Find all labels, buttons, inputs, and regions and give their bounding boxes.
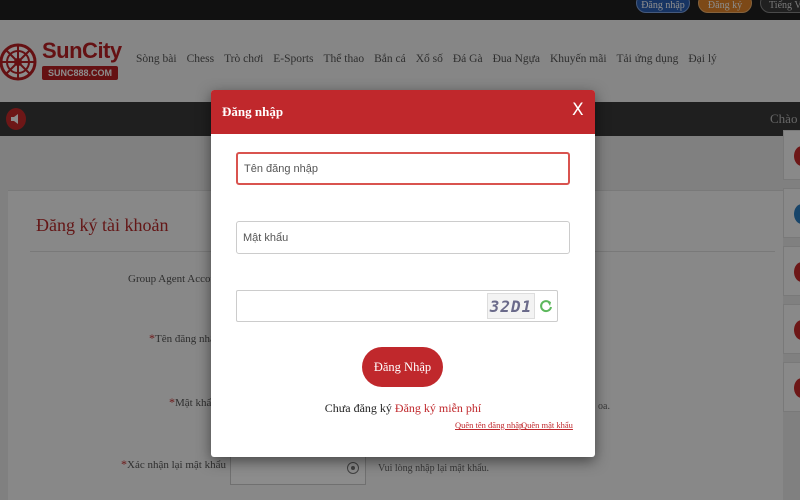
captcha-image: 32D1 <box>487 293 535 319</box>
no-account-text: Chưa đăng ký <box>324 401 392 415</box>
refresh-captcha-icon[interactable] <box>539 298 553 314</box>
login-modal: Đăng nhập X 32D1 Đăng Nhập Chưa đăng ký … <box>211 90 595 457</box>
forgot-username-link[interactable]: Quên tên đăng nhập <box>455 420 523 430</box>
modal-title: Đăng nhập <box>222 104 284 119</box>
password-input[interactable] <box>236 221 570 254</box>
username-input[interactable] <box>236 152 570 185</box>
modal-header: Đăng nhập X <box>211 90 595 134</box>
signup-prompt: Chưa đăng ký Đăng ký miễn phí <box>211 401 595 416</box>
close-icon[interactable]: X <box>572 101 588 119</box>
signup-link[interactable]: Đăng ký miễn phí <box>395 401 481 415</box>
forgot-password-link[interactable]: Quên mật khẩu <box>521 420 573 430</box>
login-submit-button[interactable]: Đăng Nhập <box>362 347 443 387</box>
